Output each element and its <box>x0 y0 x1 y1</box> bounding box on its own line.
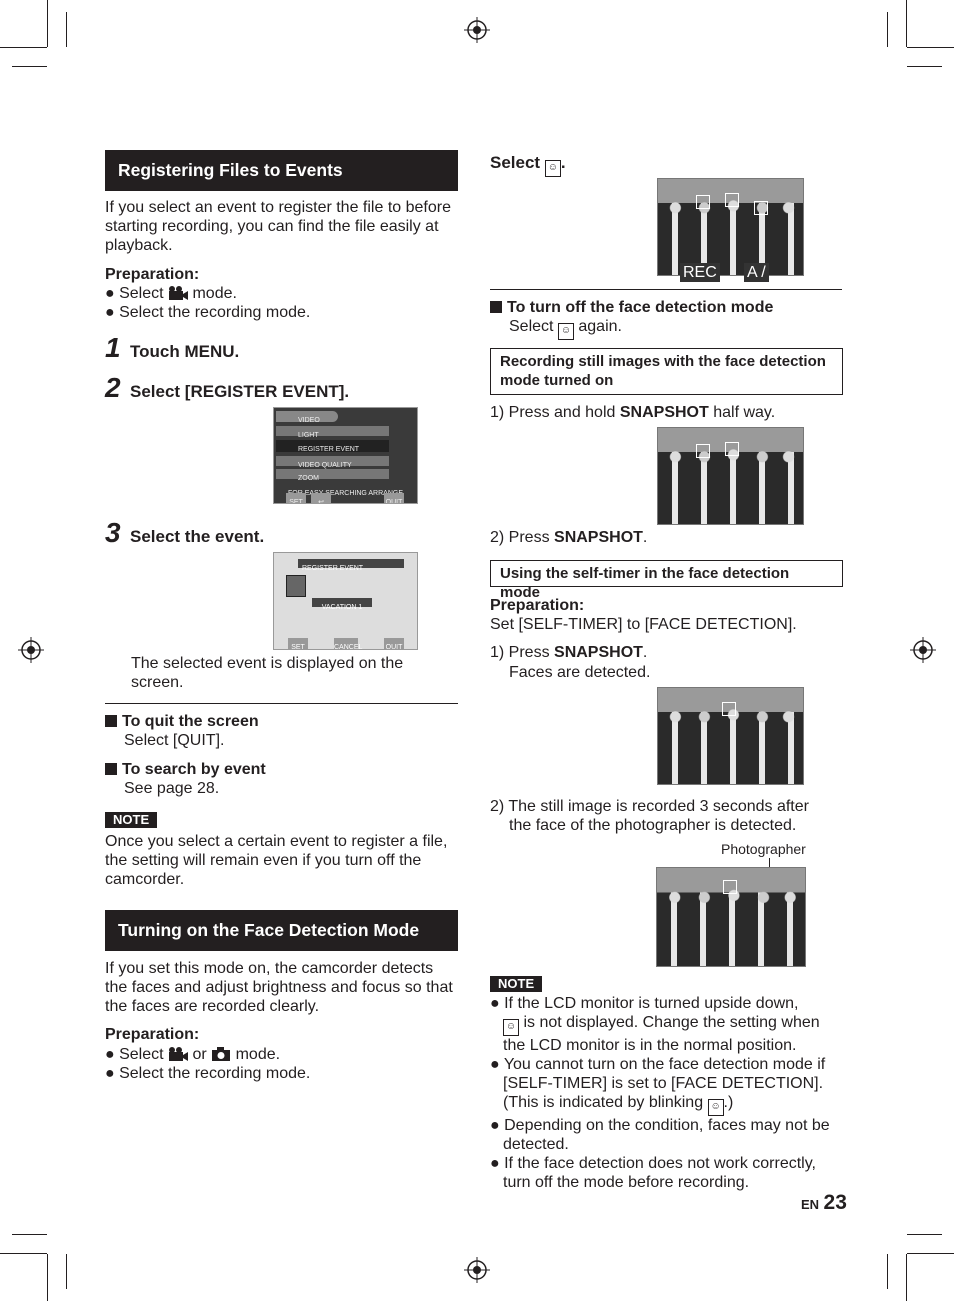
instruction-step: 1) Press and hold SNAPSHOT half way. <box>490 404 776 421</box>
crop-mark <box>12 1234 47 1235</box>
crop-mark <box>47 0 48 47</box>
event-icon-selected <box>286 575 306 597</box>
lcd-set-button: SET <box>286 493 306 503</box>
subheading-search: To search by event <box>105 760 266 779</box>
step-2: 2 Select [REGISTER EVENT]. <box>105 372 350 403</box>
note-item: ● You cannot turn on the face detection … <box>490 1055 845 1116</box>
menu-item: ZOOM <box>276 469 389 482</box>
manual-page: Registering Files to Events If you selec… <box>0 0 954 1301</box>
rec-indicator: REC <box>680 263 720 282</box>
menu-screen-image: VIDEO LIGHT REGISTER EVENT VIDEO QUALITY… <box>273 407 418 504</box>
divider <box>105 703 458 704</box>
subheading-quit: To quit the screen <box>105 712 259 731</box>
step3-note: The selected event is displayed on the s… <box>131 655 404 691</box>
crop-mark <box>906 0 907 47</box>
select-face-step: Select ☺. <box>490 153 566 177</box>
event-screen-image: REGISTER EVENT VACATION 1 SET CANCEL QUI… <box>273 552 418 650</box>
crop-mark <box>907 1253 954 1254</box>
note-item: ● If the face detection does not work co… <box>490 1155 816 1191</box>
instruction-step: 1) Press SNAPSHOT. <box>490 644 648 661</box>
lcd-cancel-button: CANCEL <box>334 638 362 649</box>
search-text: See page 28. <box>124 780 220 797</box>
face-detection-icon: ☺ <box>707 1099 724 1116</box>
prep-item: ● Select or mode. <box>105 1045 280 1066</box>
note-list: ● If the LCD monitor is turned upside do… <box>490 994 845 1192</box>
preparation-text: Set [SELF-TIMER] to [FACE DETECTION]. <box>490 616 797 633</box>
face-detection-icon: ☺ <box>503 1019 519 1036</box>
crop-mark <box>907 47 954 48</box>
face-detection-icon: ☺ <box>557 323 574 340</box>
note-item: ● If the LCD monitor is turned upside do… <box>490 995 820 1054</box>
quit-text: Select [QUIT]. <box>124 732 225 749</box>
intro-text: If you select an event to register the f… <box>105 199 451 254</box>
photographer-label: Photographer <box>721 841 806 857</box>
crop-mark <box>47 1254 48 1301</box>
menu-item: VIDEO QUALITY <box>276 456 389 469</box>
prep-item: ● Select the recording mode. <box>105 1065 311 1082</box>
subsection-box: Using the self-timer in the face detecti… <box>490 560 843 601</box>
crop-mark <box>907 66 942 67</box>
prep-item: ● Select mode. <box>105 284 237 305</box>
team-photo-half-press <box>657 427 804 525</box>
mode-indicator: A / <box>744 263 769 282</box>
registration-mark-icon <box>464 17 490 43</box>
registration-mark-icon <box>18 637 44 663</box>
face-detection-icon: ☺ <box>544 160 561 177</box>
lcd-quit-button: QUIT <box>384 493 404 503</box>
registration-mark-icon <box>910 637 936 663</box>
crop-mark <box>887 12 888 47</box>
step-1: 1 Touch MENU. <box>105 332 240 363</box>
prep-item: ● Select the recording mode. <box>105 304 311 321</box>
instruction-step: 2) Press SNAPSHOT. <box>490 529 648 546</box>
note-text: Once you select a certain event to regis… <box>105 833 448 888</box>
instruction-sub: Faces are detected. <box>509 664 651 681</box>
team-photo-face-detection: REC A / <box>657 178 804 282</box>
subsection-box: Recording still images with the face det… <box>490 348 843 395</box>
crop-mark <box>66 1254 67 1289</box>
preparation-label: Preparation: <box>490 597 585 614</box>
crop-mark <box>887 1254 888 1289</box>
menu-item-selected: REGISTER EVENT <box>276 440 389 453</box>
turnoff-text: Select ☺ again. <box>509 317 622 340</box>
crop-mark <box>907 1234 942 1235</box>
crop-mark <box>0 1253 47 1254</box>
event-name: VACATION 1 <box>312 598 372 611</box>
page-number: EN 23 <box>801 1191 847 1214</box>
preparation-label: Preparation: <box>105 266 200 283</box>
note-badge: NOTE <box>105 810 158 829</box>
menu-header: VIDEO <box>276 411 338 424</box>
crop-mark <box>0 47 47 48</box>
event-header: REGISTER EVENT <box>298 559 404 572</box>
note-badge: NOTE <box>490 974 543 993</box>
crop-mark <box>66 12 67 47</box>
crop-mark <box>12 66 47 67</box>
subheading-turnoff: To turn off the face detection mode <box>490 298 773 317</box>
intro-text: If you set this mode on, the camcorder d… <box>105 960 453 1015</box>
note-item: ● Depending on the condition, faces may … <box>490 1117 830 1153</box>
divider <box>490 289 842 290</box>
section-heading: Turning on the Face Detection Mode <box>105 910 458 951</box>
lcd-quit-button: QUIT <box>384 638 404 649</box>
instruction-step: 2) The still image is recorded 3 seconds… <box>490 798 809 834</box>
lcd-back-button: ↩ <box>311 493 331 503</box>
step-3: 3 Select the event. <box>105 517 265 548</box>
lcd-set-button: SET <box>288 638 308 649</box>
registration-mark-icon <box>464 1257 490 1283</box>
team-photo-photographer <box>656 867 806 967</box>
menu-item: LIGHT <box>276 426 389 439</box>
team-photo-self-timer <box>657 687 804 785</box>
crop-mark <box>906 1254 907 1301</box>
preparation-label: Preparation: <box>105 1026 200 1043</box>
section-heading: Registering Files to Events <box>105 150 458 191</box>
